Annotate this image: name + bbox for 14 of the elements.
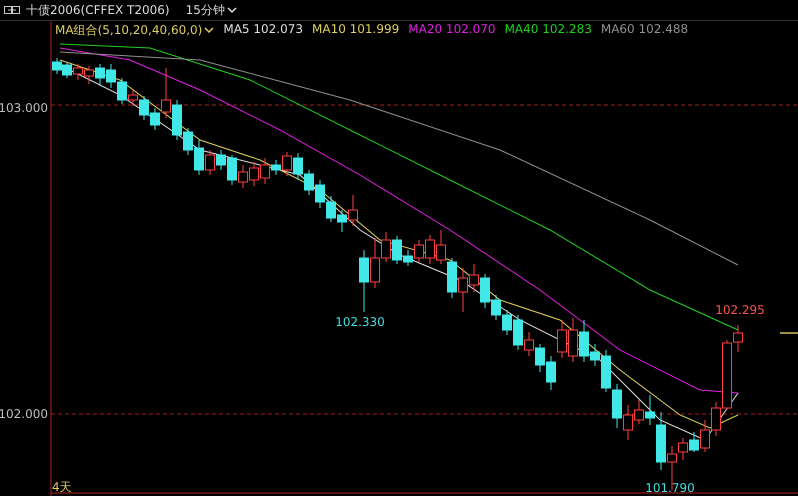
period-dropdown[interactable]: 15分钟 [186, 2, 237, 18]
legend-value: MA10 101.999 [312, 22, 400, 38]
ma-selector[interactable]: MA组合(5,10,20,40,60,0) [55, 22, 214, 39]
axis-label: 103.000 [0, 101, 48, 115]
legend-value: MA60 102.488 [600, 22, 688, 38]
legend-value: MA5 102.073 [223, 22, 303, 38]
price-annotation: 102.295 [715, 303, 765, 317]
legend-value: MA40 102.283 [504, 22, 592, 38]
legend-value: MA20 102.070 [408, 22, 496, 38]
price-annotation: 102.330 [335, 315, 385, 329]
instrument-title: 十债2006(CFFEX T2006) [26, 2, 170, 18]
range-label: 4天 [52, 480, 72, 494]
price-annotation: 101.790 [645, 481, 695, 495]
axis-label: 102.000 [0, 407, 48, 421]
